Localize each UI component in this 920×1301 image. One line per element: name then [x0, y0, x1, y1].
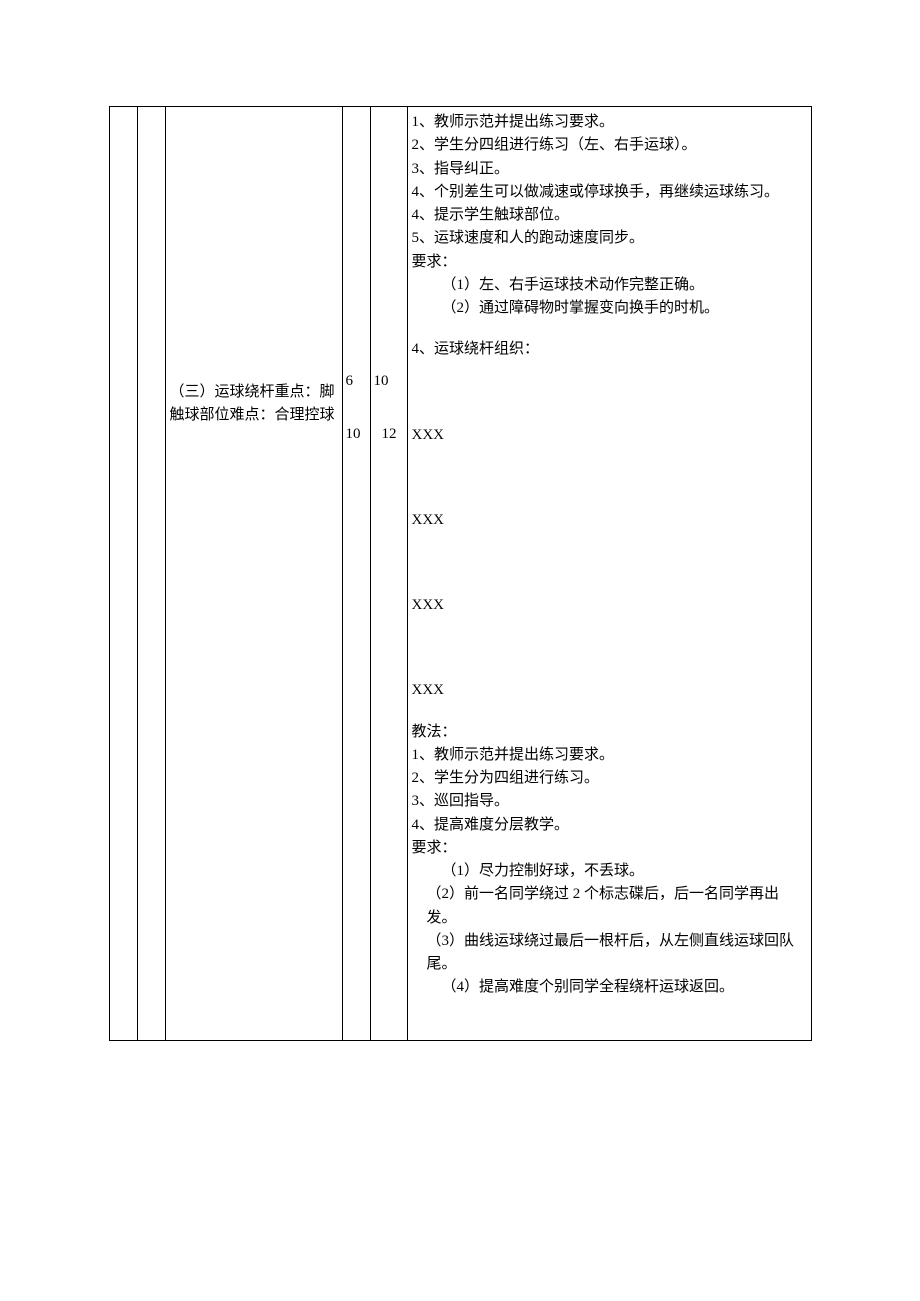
col-2-empty	[137, 107, 165, 1041]
b-t4: 4、提高难度分层教学。	[412, 814, 807, 837]
b-t1: 1、教师示范并提出练习要求。	[412, 744, 807, 767]
a-req1: （1）左、右手运球技术动作完整正确。	[412, 274, 807, 297]
value-10: 10	[374, 355, 405, 408]
a-line4: 4、个别差生可以做减速或停球换手，再继续运球练习。	[412, 181, 807, 204]
group-3: XXX	[412, 594, 807, 617]
topic-text: （三）运球绕杆重点：脚触球部位难点：合理控球	[170, 384, 335, 423]
col-4-numbers: 6 10	[342, 107, 370, 1041]
b-req3: （3）曲线运球绕过最后一根杆后，从左侧直线运球回队尾。	[412, 930, 807, 977]
a-req-label: 要求：	[412, 251, 807, 274]
b-req4: （4）提高难度个别同学全程绕杆运球返回。	[412, 976, 807, 999]
a-line1: 1、教师示范并提出练习要求。	[412, 111, 807, 134]
col-1-empty	[109, 107, 137, 1041]
group-1: XXX	[412, 424, 807, 447]
a-line6: 5、运球速度和人的跑动速度同步。	[412, 227, 807, 250]
col-5-numbers: 10 12	[370, 107, 407, 1041]
a-req2: （2）通过障碍物时掌握变向换手的时机。	[412, 297, 807, 320]
col-6-content: 1、教师示范并提出练习要求。 2、学生分四组进行练习（左、右手运球）。 3、指导…	[407, 107, 811, 1041]
b-teach-label: 教法：	[412, 721, 807, 744]
group-2: XXX	[412, 509, 807, 532]
a-line5: 4、提示学生触球部位。	[412, 204, 807, 227]
a-line3: 3、指导纠正。	[412, 158, 807, 181]
group-4: XXX	[412, 679, 807, 702]
value-10: 10	[346, 408, 368, 461]
b-req2: （2）前一名同学绕过 2 个标志碟后，后一名同学再出发。	[412, 883, 807, 930]
b-t2: 2、学生分为四组进行练习。	[412, 767, 807, 790]
b-req-label: 要求：	[412, 837, 807, 860]
value-6: 6	[346, 355, 368, 408]
col-3-topic: （三）运球绕杆重点：脚触球部位难点：合理控球	[165, 107, 342, 1041]
org-label: 4、运球绕杆组织：	[412, 338, 807, 361]
b-req1: （1）尽力控制好球，不丢球。	[412, 860, 807, 883]
page-container: （三）运球绕杆重点：脚触球部位难点：合理控球 6 10 10 12 1、教师示范…	[0, 0, 920, 1301]
table-row: （三）运球绕杆重点：脚触球部位难点：合理控球 6 10 10 12 1、教师示范…	[109, 107, 811, 1041]
lesson-plan-table: （三）运球绕杆重点：脚触球部位难点：合理控球 6 10 10 12 1、教师示范…	[109, 106, 812, 1041]
a-line2: 2、学生分四组进行练习（左、右手运球）。	[412, 134, 807, 157]
b-t3: 3、巡回指导。	[412, 790, 807, 813]
value-12: 12	[374, 408, 405, 461]
